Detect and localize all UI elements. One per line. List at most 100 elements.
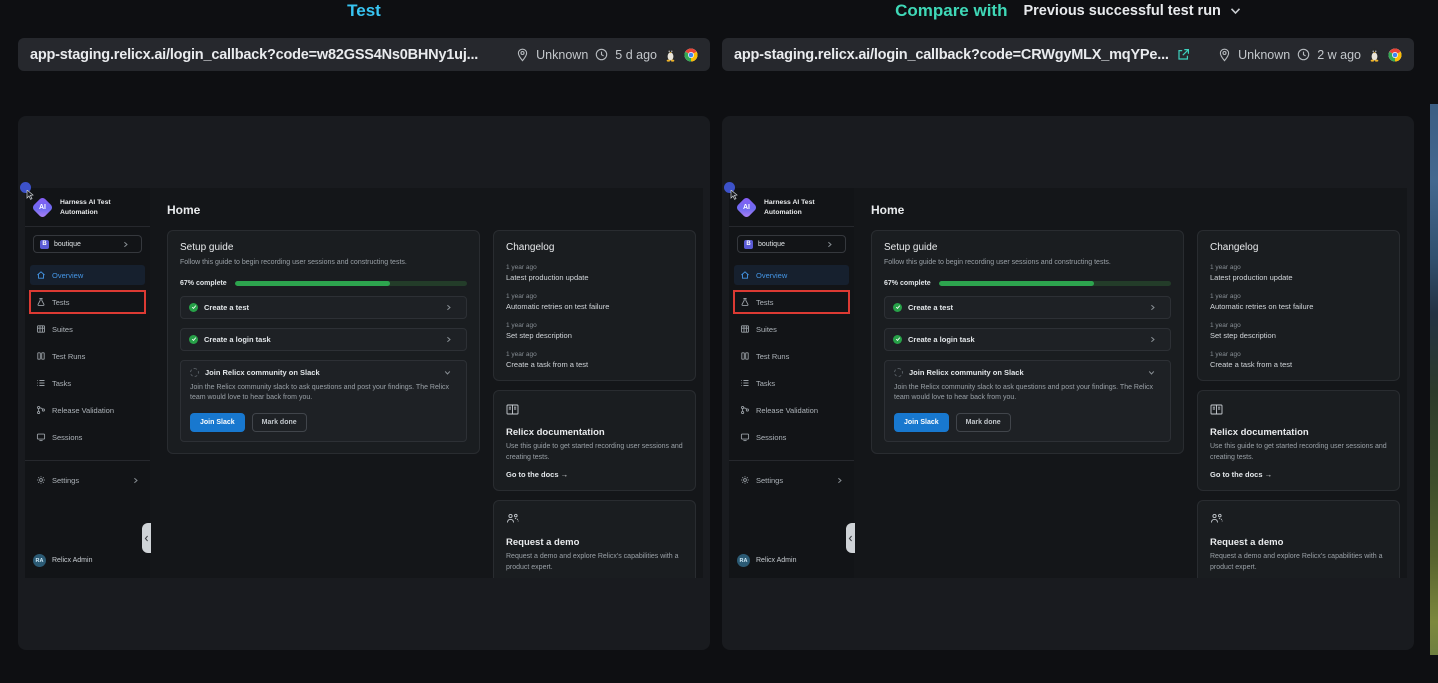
test-panel-title: Test bbox=[18, 1, 710, 21]
chevron-right-icon bbox=[1149, 304, 1162, 311]
sidebar-item-suites[interactable]: Suites bbox=[734, 319, 849, 339]
sidebar-item-release-validation[interactable]: Release Validation bbox=[734, 400, 849, 420]
setup-item-create-test[interactable]: Create a test bbox=[884, 296, 1171, 319]
mark-done-button[interactable]: Mark done bbox=[956, 413, 1011, 432]
harness-logo-icon: AI bbox=[33, 198, 52, 217]
sidebar-item-test-runs[interactable]: Test Runs bbox=[734, 346, 849, 366]
progress-label: 67% complete bbox=[884, 280, 931, 287]
check-icon bbox=[893, 303, 902, 312]
changelog-card: Changelog 1 year ago Latest production u… bbox=[1197, 230, 1400, 381]
sidebar-item-settings[interactable]: Settings bbox=[734, 470, 849, 490]
sidebar-item-sessions[interactable]: Sessions bbox=[734, 427, 849, 447]
harness-logo-icon: AI bbox=[737, 198, 756, 217]
people-icon bbox=[1210, 513, 1224, 525]
topbar: Home bbox=[150, 188, 703, 219]
project-selector[interactable]: B boutique bbox=[33, 235, 142, 253]
right-age-label: 2 w ago bbox=[1317, 48, 1361, 62]
join-slack-button[interactable]: Join Slack bbox=[190, 413, 245, 432]
user-name: Relicx Admin bbox=[756, 557, 796, 564]
titlebar: Test Compare with Previous successful te… bbox=[0, 0, 1438, 26]
book-icon bbox=[506, 404, 519, 415]
sidebar-item-sessions[interactable]: Sessions bbox=[30, 427, 145, 447]
sidebar-nav: Overview Tests Suites Test Runs T bbox=[729, 265, 854, 454]
annotation-highlight-box bbox=[29, 290, 146, 314]
setup-item-create-test[interactable]: Create a test bbox=[180, 296, 467, 319]
location-pin-icon bbox=[1218, 48, 1231, 62]
linux-tux-icon bbox=[664, 47, 677, 62]
setup-guide-description: Follow this guide to begin recording use… bbox=[884, 258, 1171, 269]
progress-bar bbox=[235, 281, 467, 286]
changelog-entry: 1 year ago Set step description bbox=[1210, 322, 1387, 340]
people-icon bbox=[506, 513, 520, 525]
clock-icon bbox=[595, 48, 608, 61]
go-to-docs-link[interactable]: Go to the docs → bbox=[506, 470, 683, 479]
progress-fill bbox=[235, 281, 391, 286]
progress-bar bbox=[939, 281, 1171, 286]
changelog-title: Changelog bbox=[506, 242, 683, 253]
external-link-icon[interactable] bbox=[1177, 48, 1190, 61]
changelog-entry: 1 year ago Latest production update bbox=[506, 264, 683, 282]
sidebar-item-test-runs[interactable]: Test Runs bbox=[30, 346, 145, 366]
sidebar-item-release-validation[interactable]: Release Validation bbox=[30, 400, 145, 420]
home-icon bbox=[740, 270, 750, 280]
sidebar-collapse-handle[interactable] bbox=[846, 523, 855, 553]
right-screenshot-slot: AI Harness AI Test Automation B boutique bbox=[729, 188, 1407, 578]
next-screenshot-edge bbox=[1430, 104, 1438, 655]
join-slack-button[interactable]: Join Slack bbox=[894, 413, 949, 432]
right-compare-panel: AI Harness AI Test Automation B boutique bbox=[722, 116, 1414, 650]
user-row[interactable]: RA Relicx Admin bbox=[729, 546, 854, 578]
grid-icon bbox=[740, 324, 750, 334]
sidebar-item-settings[interactable]: Settings bbox=[30, 470, 145, 490]
annotation-highlight-box bbox=[733, 290, 850, 314]
cursor-icon bbox=[730, 190, 739, 200]
right-url-bar[interactable]: app-staging.relicx.ai/login_callback?cod… bbox=[722, 38, 1414, 71]
brand-name: Harness AI Test Automation bbox=[60, 198, 111, 216]
right-location-label: Unknown bbox=[1238, 48, 1290, 62]
sidebar-item-overview[interactable]: Overview bbox=[734, 265, 849, 285]
go-to-docs-link[interactable]: Go to the docs → bbox=[1210, 470, 1387, 479]
chevron-right-icon bbox=[836, 477, 849, 484]
mark-done-button[interactable]: Mark done bbox=[252, 413, 307, 432]
changelog-card: Changelog 1 year ago Latest production u… bbox=[493, 230, 696, 381]
chrome-browser-icon bbox=[684, 48, 698, 62]
compare-run-dropdown[interactable]: Previous successful test run bbox=[1023, 3, 1240, 19]
request-demo-description: Request a demo and explore Relicx's capa… bbox=[506, 552, 683, 573]
home-icon bbox=[36, 270, 46, 280]
slack-item-header[interactable]: Join Relicx community on Slack bbox=[894, 368, 1161, 377]
sidebar-collapse-handle[interactable] bbox=[142, 523, 151, 553]
divider bbox=[729, 460, 854, 461]
sidebar-item-tests[interactable]: Tests bbox=[30, 292, 145, 312]
setup-guide-title: Setup guide bbox=[180, 242, 467, 253]
left-url-bar[interactable]: app-staging.relicx.ai/login_callback?cod… bbox=[18, 38, 710, 71]
setup-item-create-login-task[interactable]: Create a login task bbox=[180, 328, 467, 351]
sidebar-item-tests[interactable]: Tests bbox=[734, 292, 849, 312]
check-icon bbox=[189, 303, 198, 312]
project-name: boutique bbox=[758, 241, 785, 248]
progress-fill bbox=[939, 281, 1095, 286]
divider bbox=[25, 226, 150, 227]
project-selector[interactable]: B boutique bbox=[737, 235, 846, 253]
setup-item-join-slack: Join Relicx community on Slack Join the … bbox=[180, 360, 467, 442]
left-age-label: 5 d ago bbox=[615, 48, 657, 62]
compare-view: Test Compare with Previous successful te… bbox=[0, 0, 1438, 683]
main-content: Home Setup guide Follow this guide to be… bbox=[150, 188, 703, 578]
sidebar-item-suites[interactable]: Suites bbox=[30, 319, 145, 339]
page-title: Home bbox=[871, 203, 904, 217]
divider bbox=[729, 226, 854, 227]
left-screenshot-slot: AI Harness AI Test Automation B boutique bbox=[25, 188, 703, 578]
sidebar-item-tasks[interactable]: Tasks bbox=[734, 373, 849, 393]
slack-item-header[interactable]: Join Relicx community on Slack bbox=[190, 368, 457, 377]
sidebar: AI Harness AI Test Automation B boutique bbox=[25, 188, 150, 578]
request-demo-description: Request a demo and explore Relicx's capa… bbox=[1210, 552, 1387, 573]
columns-icon bbox=[36, 351, 46, 361]
user-avatar: RA bbox=[737, 554, 750, 567]
sidebar-item-tasks[interactable]: Tasks bbox=[30, 373, 145, 393]
request-demo-card: Request a demo Request a demo and explor… bbox=[493, 500, 696, 578]
sidebar-item-overview[interactable]: Overview bbox=[30, 265, 145, 285]
user-row[interactable]: RA Relicx Admin bbox=[25, 546, 150, 578]
setup-item-create-login-task[interactable]: Create a login task bbox=[884, 328, 1171, 351]
book-icon bbox=[1210, 404, 1223, 415]
project-name: boutique bbox=[54, 241, 81, 248]
documentation-card: Relicx documentation Use this guide to g… bbox=[493, 390, 696, 491]
check-icon bbox=[893, 335, 902, 344]
